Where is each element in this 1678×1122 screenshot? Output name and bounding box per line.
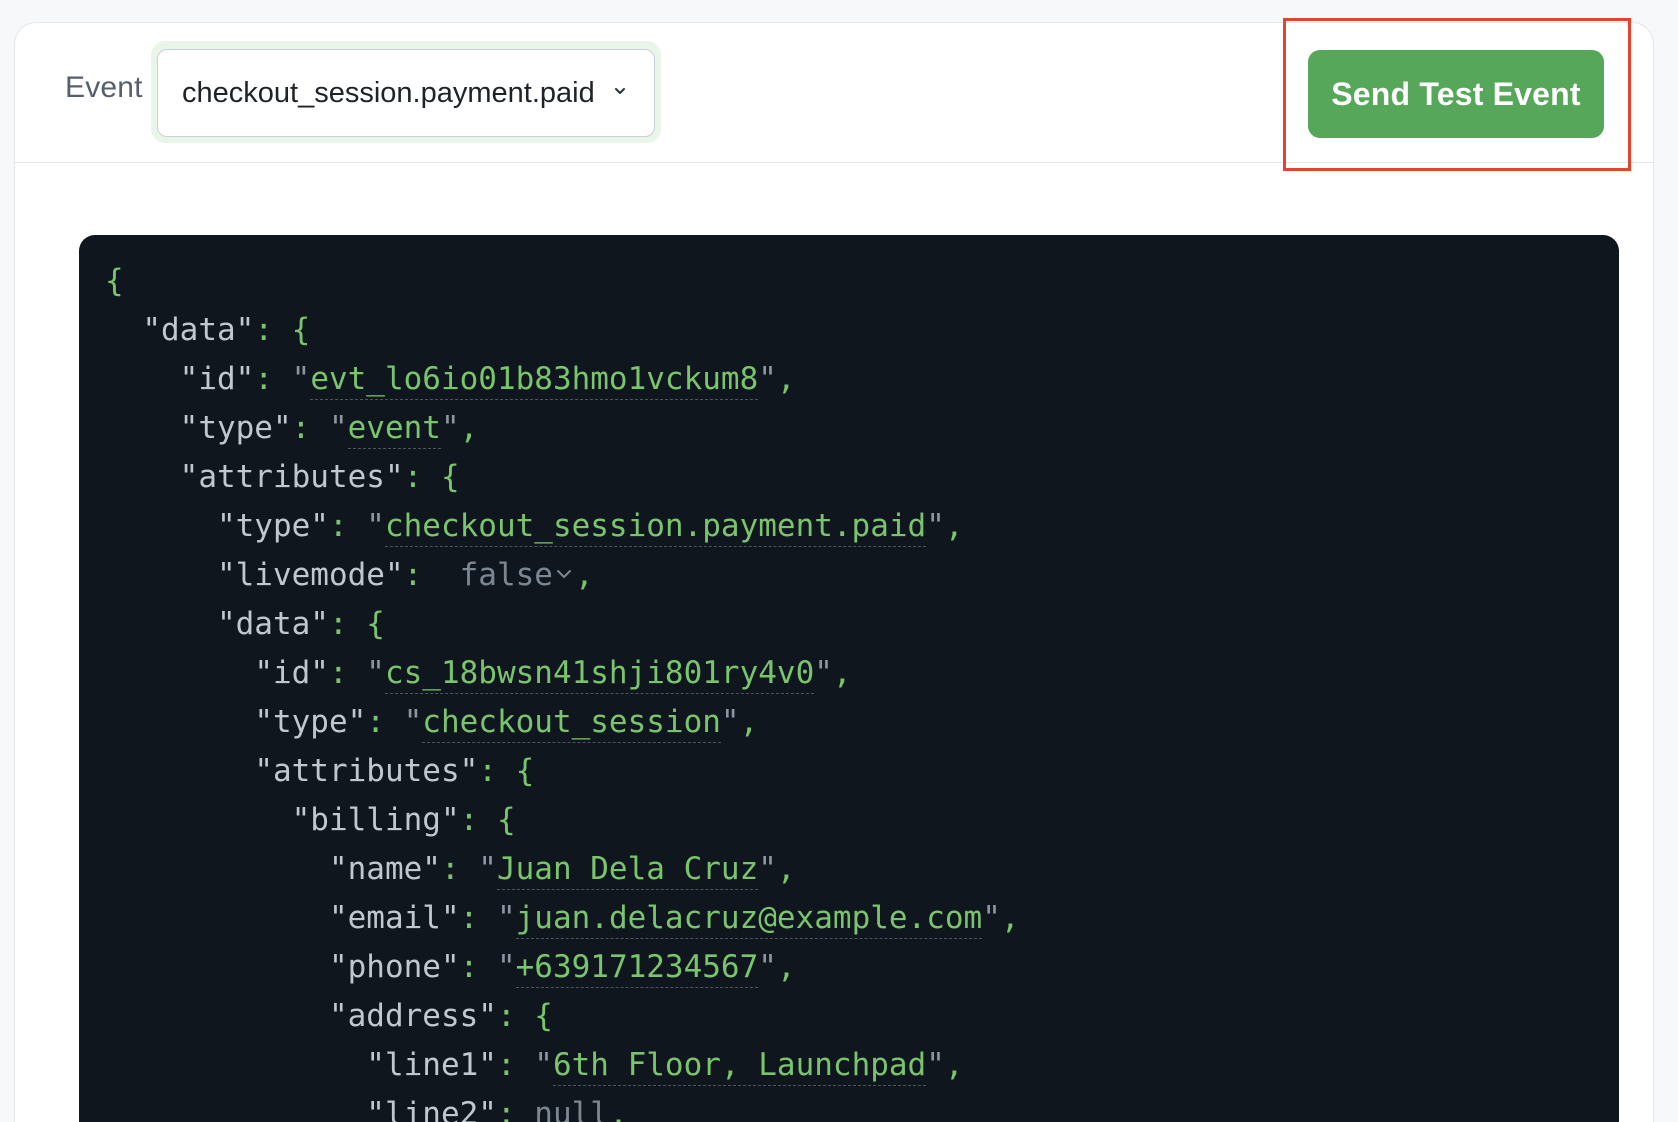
event-select[interactable]: checkout_session.payment.paid <box>157 49 655 137</box>
code-line: "type": "checkout_session.payment.paid", <box>105 502 1619 551</box>
code-line: "type": "event", <box>105 404 1619 453</box>
event-payload-editor: { "data": { "id": "evt_lo6io01b83hmo1vck… <box>79 235 1619 1122</box>
code-line: "data": { <box>216 606 385 642</box>
code-line: "livemode": false, <box>105 551 1619 600</box>
chevron-down-icon <box>613 84 627 98</box>
billing-name-value[interactable]: Juan Dela Cruz <box>496 851 759 890</box>
code-line: "type": "checkout_session", <box>105 698 1619 747</box>
event-select-value: checkout_session.payment.paid <box>182 76 595 109</box>
address-line2-value[interactable]: null <box>534 1096 609 1122</box>
inner-type-value[interactable]: checkout_session <box>422 704 721 743</box>
data-type-value[interactable]: event <box>347 410 441 449</box>
livemode-value: false <box>459 557 553 593</box>
send-test-event-button[interactable]: Send Test Event <box>1308 50 1604 138</box>
address-line1-value[interactable]: 6th Floor, Launchpad <box>552 1047 927 1086</box>
code-line: "attributes": { <box>179 459 460 495</box>
code-line: "data": { <box>142 312 311 348</box>
code-line: "line2": null, <box>105 1090 1619 1122</box>
code-line: "attributes": { <box>254 753 535 789</box>
code-line: "billing": { <box>291 802 516 838</box>
webhook-test-card: Event checkout_session.payment.paid Send… <box>14 22 1654 1122</box>
code-line: "address": { <box>328 998 553 1034</box>
data-id-value[interactable]: evt_lo6io01b83hmo1vckum8 <box>310 361 759 400</box>
attributes-type-value[interactable]: checkout_session.payment.paid <box>384 508 927 547</box>
code-line: "id": "cs_18bwsn41shji801ry4v0", <box>105 649 1619 698</box>
inner-id-value[interactable]: cs_18bwsn41shji801ry4v0 <box>384 655 815 694</box>
livemode-toggle[interactable]: false <box>460 557 575 593</box>
test-event-toolbar: Event checkout_session.payment.paid Send… <box>15 23 1653 163</box>
event-label: Event <box>65 71 143 104</box>
code-line: "email": "juan.delacruz@example.com", <box>105 894 1619 943</box>
code-line: "name": "Juan Dela Cruz", <box>105 845 1619 894</box>
chevron-down-icon <box>553 547 575 578</box>
code-line: "line1": "6th Floor, Launchpad", <box>105 1041 1619 1090</box>
code-line: { <box>105 263 124 299</box>
billing-email-value[interactable]: juan.delacruz@example.com <box>515 900 983 939</box>
code-line: "phone": "+639171234567", <box>105 943 1619 992</box>
code-line: "id": "evt_lo6io01b83hmo1vckum8", <box>105 355 1619 404</box>
billing-phone-value[interactable]: +639171234567 <box>515 949 759 988</box>
